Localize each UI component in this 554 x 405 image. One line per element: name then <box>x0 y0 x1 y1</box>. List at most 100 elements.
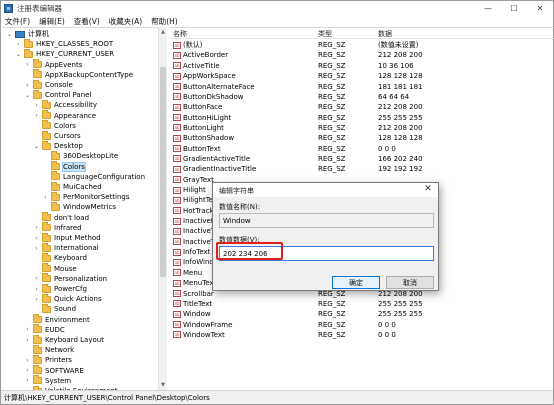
expand-closed-icon[interactable]: › <box>24 377 31 385</box>
folder-icon <box>51 161 60 171</box>
close-button[interactable]: ✕ <box>527 1 553 15</box>
value-row[interactable]: ab WindowFrame REG_SZ 0 0 0 <box>169 319 554 329</box>
tree-item[interactable]: › Console <box>24 79 73 90</box>
value-row[interactable]: ab GradientActiveTitle REG_SZ 166 202 240 <box>169 154 554 164</box>
value-row[interactable]: ab ButtonFace REG_SZ 212 208 200 <box>169 102 554 112</box>
tree-item[interactable]: ⌄ HKEY_CURRENT_USER <box>15 48 114 59</box>
expand-closed-icon[interactable]: › <box>33 244 40 252</box>
scroll-up-icon[interactable]: ▲ <box>159 28 167 36</box>
value-row[interactable]: ab (默认) REG_SZ (数值未设置) <box>169 40 554 50</box>
menu-help[interactable]: 帮助(H) <box>151 16 178 27</box>
tree-item[interactable]: WindowMetrics <box>42 201 116 212</box>
expand-closed-icon[interactable]: › <box>33 112 40 120</box>
value-row[interactable]: ab ButtonText REG_SZ 0 0 0 <box>169 144 554 154</box>
menu-file[interactable]: 文件(F) <box>5 16 30 27</box>
folder-icon <box>33 344 42 354</box>
tree-item[interactable]: › Personalization <box>33 273 107 284</box>
value-row[interactable]: ab Window REG_SZ 255 255 255 <box>169 309 554 319</box>
tree-item[interactable]: › Appearance <box>33 110 96 121</box>
expand-closed-icon[interactable]: › <box>15 40 22 48</box>
tree-item[interactable]: › HKEY_CLASSES_ROOT <box>15 38 113 49</box>
ok-button[interactable]: 确定 <box>332 276 380 289</box>
tree-item[interactable]: › SOFTWARE <box>24 365 84 376</box>
expand-closed-icon[interactable]: › <box>33 224 40 232</box>
expand-closed-icon[interactable]: › <box>42 193 49 201</box>
value-row[interactable]: ab ButtonAlternateFace REG_SZ 181 181 181 <box>169 81 554 91</box>
expand-open-icon[interactable]: ⌄ <box>6 30 13 38</box>
cancel-button[interactable]: 取消 <box>386 276 434 289</box>
value-row[interactable]: ab ButtonShadow REG_SZ 128 128 128 <box>169 133 554 143</box>
expand-closed-icon[interactable]: › <box>33 275 40 283</box>
tree-item[interactable]: ⌄ Control Panel <box>24 89 91 100</box>
value-row[interactable]: ab ActiveTitle REG_SZ 10 36 106 <box>169 61 554 71</box>
dialog-close-icon[interactable]: ✕ <box>422 184 434 194</box>
tree-item-label: Accessibility <box>54 101 98 110</box>
maximize-button[interactable]: ☐ <box>501 1 527 15</box>
expand-closed-icon[interactable]: › <box>24 356 31 364</box>
scroll-down-icon[interactable]: ▼ <box>159 381 167 389</box>
tree-item[interactable]: › EUDC <box>24 324 65 335</box>
menu-favorites[interactable]: 收藏夹(A) <box>109 16 142 27</box>
tree-item[interactable]: Keyboard <box>33 252 87 263</box>
value-data-input[interactable]: 202 234 206 <box>219 246 434 261</box>
value-row[interactable]: ab ButtonDkShadow REG_SZ 64 64 64 <box>169 92 554 102</box>
tree-item[interactable]: ⌄ Desktop <box>33 140 83 151</box>
expand-closed-icon[interactable]: › <box>24 336 31 344</box>
tree-item[interactable]: › Quick Actions <box>33 293 102 304</box>
tree-scrollbar[interactable]: ▲ ▼ <box>158 27 167 390</box>
tree-item[interactable]: Network <box>24 344 74 355</box>
expand-closed-icon[interactable]: › <box>24 61 31 69</box>
tree-item[interactable]: Mouse <box>33 263 77 274</box>
tree-item[interactable]: MuiCached <box>42 181 102 192</box>
tree-item[interactable]: › Input Method <box>33 232 101 243</box>
value-row[interactable]: ab ActiveBorder REG_SZ 212 208 200 <box>169 50 554 60</box>
tree-item[interactable]: › System <box>24 375 71 386</box>
value-row[interactable]: ab GradientInactiveTitle REG_SZ 192 192 192 <box>169 164 554 174</box>
status-bar: 计算机\HKEY_CURRENT_USER\Control Panel\Desk… <box>1 390 553 404</box>
expand-open-icon[interactable]: ⌄ <box>24 91 31 99</box>
expand-closed-icon[interactable]: › <box>24 326 31 334</box>
expand-closed-icon[interactable]: › <box>24 81 31 89</box>
tree-item[interactable]: › Accessibility <box>33 99 98 110</box>
tree-item[interactable]: › AppEvents <box>24 59 82 70</box>
tree-item[interactable]: › PerMonitorSettings <box>42 191 129 202</box>
tree-item[interactable]: › PowerCfg <box>33 283 87 294</box>
string-value-icon: ab <box>173 134 181 142</box>
registry-tree[interactable]: ⌄ 计算机 › HKEY_CLASSES_ROOT ⌄ HKEY_CURRENT_USER… <box>2 27 167 390</box>
tree-item[interactable]: › Infrared <box>33 222 82 233</box>
tree-item[interactable]: Colors <box>42 161 86 172</box>
tree-item[interactable]: 360DesktopLite <box>42 150 118 161</box>
expand-open-icon[interactable]: ⌄ <box>15 50 22 58</box>
column-header-name[interactable]: 名称 <box>173 29 187 39</box>
menu-edit[interactable]: 编辑(E) <box>39 16 65 27</box>
tree-item[interactable]: › International <box>33 242 99 253</box>
expand-closed-icon[interactable]: › <box>33 285 40 293</box>
value-row[interactable]: ab AppWorkSpace REG_SZ 128 128 128 <box>169 71 554 81</box>
expand-closed-icon[interactable]: › <box>24 367 31 375</box>
menu-view[interactable]: 查看(V) <box>74 16 100 27</box>
value-row[interactable]: ab TitleText REG_SZ 255 255 255 <box>169 299 554 309</box>
value-row[interactable]: ab ButtonHiLight REG_SZ 255 255 255 <box>169 112 554 122</box>
expand-closed-icon[interactable]: › <box>33 234 40 242</box>
tree-item[interactable]: LanguageConfiguration <box>42 171 145 182</box>
value-data: 0 0 0 <box>378 144 396 153</box>
column-header-type[interactable]: 类型 <box>318 29 332 39</box>
tree-item[interactable]: don't load <box>33 212 89 223</box>
expand-closed-icon[interactable]: › <box>33 101 40 109</box>
expand-closed-icon[interactable]: › <box>33 295 40 303</box>
tree-item[interactable]: › Keyboard Layout <box>24 334 104 345</box>
column-header-data[interactable]: 数据 <box>378 29 392 39</box>
tree-item[interactable]: ⌄ 计算机 <box>6 29 49 39</box>
value-row[interactable]: ab WindowText REG_SZ 0 0 0 <box>169 330 554 340</box>
tree-item[interactable]: AppXBackupContentType <box>24 69 133 80</box>
tree-item[interactable]: Environment <box>24 314 90 325</box>
expand-open-icon[interactable]: ⌄ <box>33 142 40 150</box>
tree-item[interactable]: › Printers <box>24 354 72 365</box>
scroll-thumb[interactable] <box>160 67 166 277</box>
tree-item[interactable]: Sound <box>33 303 76 314</box>
tree-item[interactable]: Cursors <box>33 130 81 141</box>
tree-item[interactable]: Colors <box>33 120 76 131</box>
value-row[interactable]: ab ButtonLight REG_SZ 212 208 200 <box>169 123 554 133</box>
minimize-button[interactable]: — <box>475 1 501 15</box>
